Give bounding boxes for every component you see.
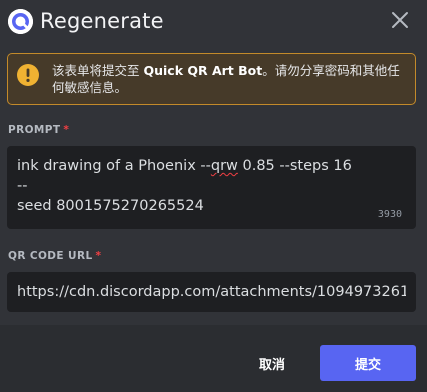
modal-header: Regenerate [0, 0, 427, 44]
regenerate-modal: Regenerate 该表单将提交至 Quick QR Art Bot。请勿分享… [0, 0, 427, 392]
notice-text-before: 该表单将提交至 [52, 63, 144, 78]
close-icon [391, 11, 409, 33]
modal-footer: 取消 提交 [0, 325, 427, 392]
submit-button[interactable]: 提交 [320, 345, 416, 381]
character-count: 3930 [377, 209, 402, 220]
required-mark: * [63, 124, 70, 136]
prompt-value[interactable]: ink drawing of a Phoenix --qrw 0.85 --st… [17, 156, 357, 216]
warning-notice-text: 该表单将提交至 Quick QR Art Bot。请勿分享密码和其他任何敏感信息… [52, 62, 412, 96]
qr-code-url-label: QR CODE URL * [8, 250, 101, 262]
app-logo-icon [8, 9, 33, 34]
modal-title: Regenerate [40, 9, 164, 33]
cancel-button[interactable]: 取消 [242, 345, 302, 381]
required-mark: * [95, 250, 102, 262]
qr-code-url-label-text: QR CODE URL [8, 250, 93, 262]
prompt-value-before: ink drawing of a Phoenix -- [17, 158, 211, 174]
qr-code-url-input[interactable] [17, 272, 406, 312]
prompt-label: PROMPT * [8, 124, 69, 136]
close-button[interactable] [385, 7, 415, 37]
qr-code-url-field[interactable] [7, 272, 416, 312]
prompt-label-text: PROMPT [8, 124, 61, 136]
prompt-textarea[interactable]: ink drawing of a Phoenix --qrw 0.85 --st… [7, 146, 416, 229]
warning-notice: 该表单将提交至 Quick QR Art Bot。请勿分享密码和其他任何敏感信息… [7, 53, 416, 105]
spellcheck-flagged-word: qrw [210, 158, 238, 174]
warning-icon [17, 64, 39, 86]
bot-name: Quick QR Art Bot [143, 63, 263, 78]
